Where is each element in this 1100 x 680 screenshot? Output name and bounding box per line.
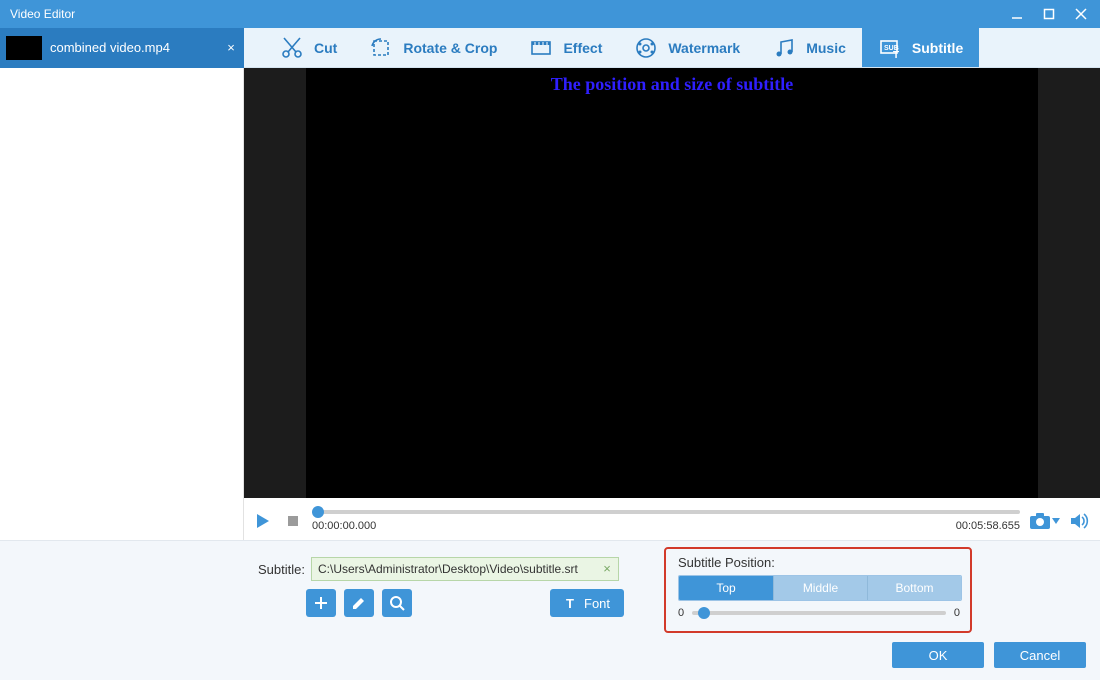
tool-tabs: Cut Rotate & Crop Effect Watermark Music (244, 28, 1100, 67)
file-tabs-area: combined video.mp4 × (0, 28, 244, 67)
video-preview: The position and size of subtitle (244, 68, 1100, 498)
tab-label: Rotate & Crop (403, 40, 497, 56)
font-button[interactable]: T Font (550, 589, 624, 617)
play-button[interactable] (252, 510, 274, 532)
effect-icon (529, 36, 553, 60)
tab-label: Subtitle (912, 40, 963, 56)
minimize-button[interactable] (1002, 3, 1032, 25)
position-bottom-button[interactable]: Bottom (867, 576, 961, 600)
position-middle-button[interactable]: Middle (773, 576, 867, 600)
subtitle-path-label: Subtitle: (258, 562, 305, 577)
tab-rotate-crop[interactable]: Rotate & Crop (353, 28, 513, 67)
music-icon (772, 36, 796, 60)
svg-text:T: T (566, 596, 574, 610)
font-button-label: Font (584, 596, 610, 611)
font-icon: T (564, 596, 578, 610)
window-title: Video Editor (10, 7, 1002, 21)
subtitle-path-input[interactable] (311, 557, 619, 581)
file-tab-close-icon[interactable]: × (224, 40, 238, 55)
tab-label: Effect (563, 40, 602, 56)
file-thumbnail (6, 36, 42, 60)
tab-watermark[interactable]: Watermark (618, 28, 756, 67)
title-bar: Video Editor (0, 0, 1100, 28)
close-button[interactable] (1066, 3, 1096, 25)
seek-slider[interactable]: 00:00:00.000 00:05:58.655 (312, 506, 1020, 536)
maximize-button[interactable] (1034, 3, 1064, 25)
snapshot-dropdown-icon[interactable] (1052, 518, 1060, 524)
position-slider-max: 0 (954, 607, 960, 619)
subtitle-position-group: Top Middle Bottom (678, 575, 962, 601)
subtitle-preview-text: The position and size of subtitle (306, 68, 1038, 95)
subtitle-settings-panel: Subtitle: × T Font Subtitle Position: To… (0, 540, 1100, 680)
svg-text:T: T (893, 50, 899, 60)
rotate-crop-icon (369, 36, 393, 60)
sidebar (0, 68, 244, 540)
time-total: 00:05:58.655 (956, 520, 1020, 532)
tab-label: Cut (314, 40, 337, 56)
subtitle-icon: SUBT (878, 36, 902, 60)
file-tab[interactable]: combined video.mp4 × (0, 28, 244, 68)
playback-controls: 00:00:00.000 00:05:58.655 (244, 498, 1100, 540)
tab-music[interactable]: Music (756, 28, 862, 67)
time-current: 00:00:00.000 (312, 520, 376, 532)
ok-button[interactable]: OK (892, 642, 984, 668)
search-subtitle-button[interactable] (382, 589, 412, 617)
video-frame: The position and size of subtitle (306, 68, 1038, 498)
cut-icon (280, 36, 304, 60)
add-subtitle-button[interactable] (306, 589, 336, 617)
snapshot-button[interactable] (1028, 509, 1052, 533)
tab-effect[interactable]: Effect (513, 28, 618, 67)
tab-label: Music (806, 40, 846, 56)
position-slider-thumb[interactable] (698, 607, 710, 619)
position-top-button[interactable]: Top (679, 576, 773, 600)
edit-subtitle-button[interactable] (344, 589, 374, 617)
tab-label: Watermark (668, 40, 740, 56)
tab-cut[interactable]: Cut (264, 28, 353, 67)
stop-button[interactable] (282, 510, 304, 532)
file-name: combined video.mp4 (50, 40, 216, 55)
watermark-icon (634, 36, 658, 60)
cancel-button[interactable]: Cancel (994, 642, 1086, 668)
subtitle-position-label: Subtitle Position: (678, 555, 775, 570)
tab-subtitle[interactable]: SUBT Subtitle (862, 28, 979, 67)
clear-subtitle-icon[interactable]: × (599, 561, 615, 577)
volume-button[interactable] (1068, 509, 1092, 533)
position-slider[interactable] (692, 611, 946, 615)
position-slider-min: 0 (678, 607, 684, 619)
